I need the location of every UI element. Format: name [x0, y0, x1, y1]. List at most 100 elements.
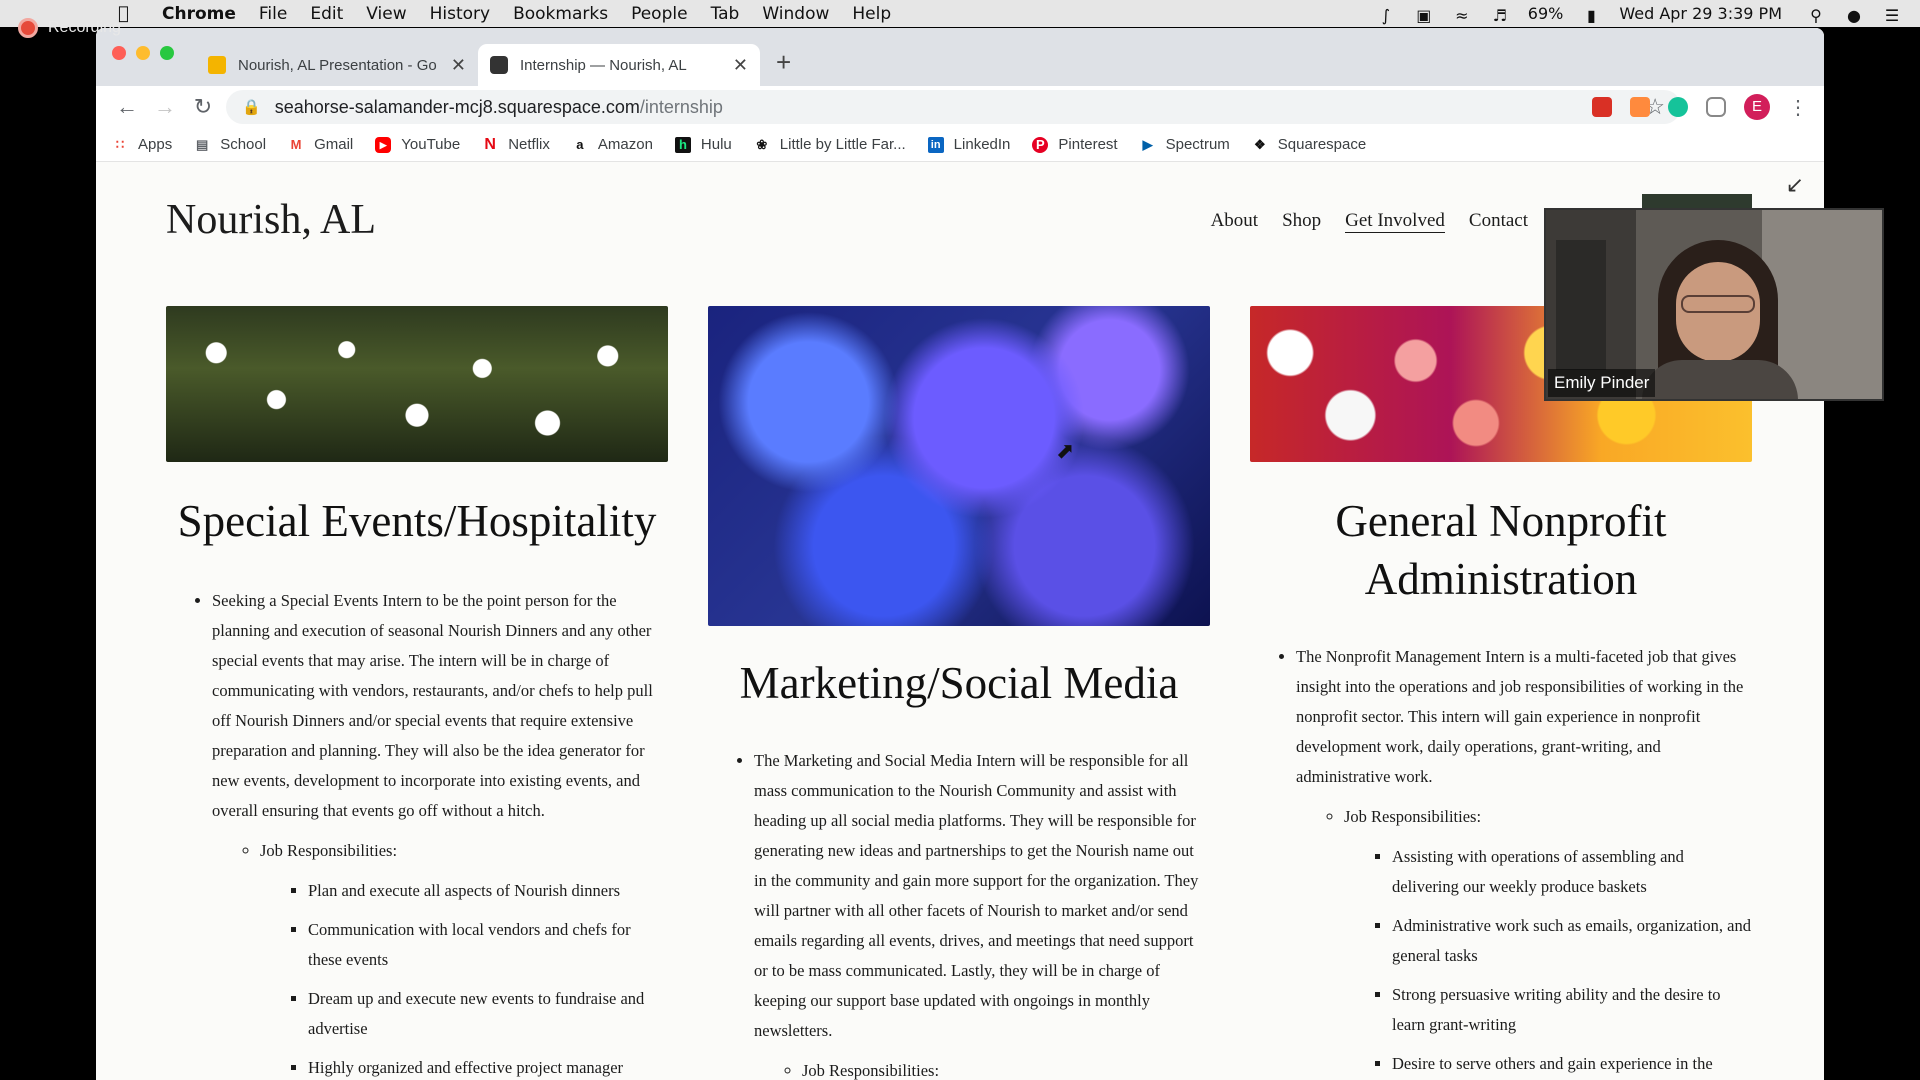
list-item: Job Responsibilities: — [802, 1056, 1210, 1080]
bookmark-little-by-little[interactable]: ❀ Little by Little Far... — [754, 136, 906, 153]
menu-bookmarks[interactable]: Bookmarks — [513, 4, 608, 24]
wifi-icon[interactable]: ≈ — [1452, 6, 1472, 25]
menu-file[interactable]: File — [259, 4, 287, 24]
tab-strip: Nourish, AL Presentation - Go ✕ Internsh… — [96, 28, 1824, 86]
squarespace-logo-icon: ❖ — [1253, 136, 1266, 152]
gmail-icon: M — [290, 136, 302, 152]
nav-cta-button[interactable] — [1642, 194, 1752, 208]
tab-internship[interactable]: Internship — Nourish, AL ✕ — [478, 44, 760, 86]
linkedin-icon: in — [927, 136, 944, 153]
apps-grid-icon: ∷ — [115, 136, 125, 152]
bookmark-youtube[interactable]: ▶ YouTube — [375, 136, 460, 153]
participant-glasses — [1681, 295, 1755, 313]
lock-icon[interactable]: 🔒 — [242, 98, 261, 116]
description-list: The Marketing and Social Media Intern wi… — [708, 746, 1210, 1080]
extensions-area: E ⋮ — [1574, 94, 1808, 120]
close-tab-icon[interactable]: ✕ — [733, 55, 748, 76]
recording-indicator: Recording — [18, 18, 121, 38]
menu-app[interactable]: Chrome — [162, 4, 236, 24]
menu-window[interactable]: Window — [762, 4, 829, 24]
display-icon[interactable]: ▣ — [1414, 6, 1434, 25]
folder-icon: ▤ — [196, 136, 209, 152]
bookmark-pinterest[interactable]: P Pinterest — [1032, 136, 1118, 153]
back-icon[interactable]: ← — [108, 94, 146, 120]
bookmark-squarespace[interactable]: ❖ Squarespace — [1252, 136, 1366, 153]
battery-percent[interactable]: 69% — [1528, 4, 1564, 23]
bookmark-label: LinkedIn — [953, 136, 1011, 153]
expand-arrow-icon[interactable]: ↙ — [1786, 172, 1804, 198]
notification-center-icon[interactable]: ☰ — [1882, 6, 1902, 25]
minimize-window-button[interactable] — [136, 46, 150, 60]
fullscreen-window-button[interactable] — [160, 46, 174, 60]
responsibilities-label: Job Responsibilities: — [1344, 807, 1482, 826]
menu-tab[interactable]: Tab — [711, 4, 740, 24]
bookmark-label: Apps — [138, 136, 173, 153]
menu-people[interactable]: People — [631, 4, 687, 24]
menu-help[interactable]: Help — [852, 4, 891, 24]
nav-get-involved[interactable]: Get Involved — [1345, 210, 1445, 233]
siri-icon[interactable]: ● — [1844, 6, 1864, 25]
amazon-icon: a — [576, 136, 584, 152]
nav-about[interactable]: About — [1211, 210, 1259, 233]
hydrangea-image — [708, 306, 1210, 626]
battery-icon[interactable]: ▮ — [1581, 6, 1601, 25]
spotlight-search-icon[interactable]: ⚲ — [1806, 6, 1826, 25]
more-menu-icon[interactable]: ⋮ — [1788, 95, 1808, 120]
grammarly-icon[interactable] — [1668, 97, 1688, 117]
section-marketing: Marketing/Social Media The Marketing and… — [708, 654, 1210, 1080]
extension-red-icon[interactable] — [1592, 97, 1612, 117]
bookmark-spectrum[interactable]: ▶ Spectrum — [1140, 136, 1230, 153]
address-bar[interactable]: 🔒 seahorse-salamander-mcj8.squarespace.c… — [226, 90, 1681, 124]
summary-text: The Marketing and Social Media Intern wi… — [754, 751, 1199, 1040]
bookmark-label: YouTube — [401, 136, 461, 153]
clock[interactable]: Wed Apr 29 3:39 PM — [1619, 4, 1782, 23]
window-controls — [112, 46, 184, 60]
bookmark-linkedin[interactable]: in LinkedIn — [927, 136, 1011, 153]
menu-history[interactable]: History — [430, 4, 490, 24]
new-tab-icon[interactable]: + — [776, 47, 791, 78]
nav-shop[interactable]: Shop — [1282, 210, 1321, 233]
close-tab-icon[interactable]: ✕ — [451, 55, 466, 76]
section-admin: General Nonprofit Administration The Non… — [1250, 492, 1752, 1080]
tab-presentation[interactable]: Nourish, AL Presentation - Go ✕ — [196, 44, 478, 86]
video-background-door — [1556, 240, 1606, 370]
bookmark-school[interactable]: ▤ School — [194, 136, 266, 153]
bookmarks-bar: ∷ Apps ▤ School M Gmail ▶ YouTube N Netf… — [96, 128, 1824, 162]
bluetooth-icon[interactable]: ∫ — [1376, 6, 1396, 25]
bookmark-label: Pinterest — [1058, 136, 1118, 153]
responsibilities-list: Job Responsibilities: Assisting with ope… — [1296, 802, 1752, 1080]
bookmark-apps[interactable]: ∷ Apps — [112, 136, 172, 153]
site-title[interactable]: Nourish, AL — [166, 196, 376, 244]
reload-icon[interactable]: ↻ — [184, 94, 222, 120]
bookmark-amazon[interactable]: a Amazon — [572, 136, 653, 153]
record-icon — [18, 18, 38, 38]
section-special-events: Special Events/Hospitality Seeking a Spe… — [166, 492, 668, 1080]
volume-icon[interactable]: ♬ — [1490, 6, 1510, 25]
profile-avatar[interactable]: E — [1744, 94, 1770, 120]
menu-view[interactable]: View — [366, 4, 406, 24]
bookmark-label: Netflix — [508, 136, 550, 153]
browser-toolbar: ← → ↻ 🔒 seahorse-salamander-mcj8.squares… — [96, 86, 1824, 128]
section-heading: Marketing/Social Media — [739, 658, 1179, 708]
squarespace-icon — [490, 56, 508, 74]
bookmark-label: Little by Little Far... — [779, 136, 906, 153]
section-heading: General Nonprofit Administration — [1335, 496, 1667, 604]
nav-contact[interactable]: Contact — [1469, 210, 1528, 233]
bookmark-hulu[interactable]: h Hulu — [674, 136, 732, 153]
forward-icon[interactable]: → — [146, 94, 184, 120]
url-path: /internship — [639, 96, 723, 117]
list-item: Desire to serve others and gain experien… — [1392, 1049, 1752, 1080]
close-window-button[interactable] — [112, 46, 126, 60]
extension-outline-icon[interactable] — [1706, 97, 1726, 117]
apple-icon[interactable]:  — [118, 3, 142, 24]
bookmark-gmail[interactable]: M Gmail — [288, 136, 354, 153]
url-host: seahorse-salamander-mcj8.squarespace.com — [274, 96, 640, 117]
bookmark-label: Squarespace — [1277, 136, 1367, 153]
participant-shirt — [1642, 360, 1798, 399]
extension-orange-icon[interactable] — [1630, 97, 1650, 117]
section-heading: Special Events/Hospitality — [177, 496, 657, 546]
video-call-overlay[interactable]: Emily Pinder — [1544, 208, 1884, 401]
menu-edit[interactable]: Edit — [310, 4, 343, 24]
bookmark-netflix[interactable]: N Netflix — [482, 136, 550, 153]
list-item: Strong persuasive writing ability and th… — [1392, 980, 1752, 1040]
